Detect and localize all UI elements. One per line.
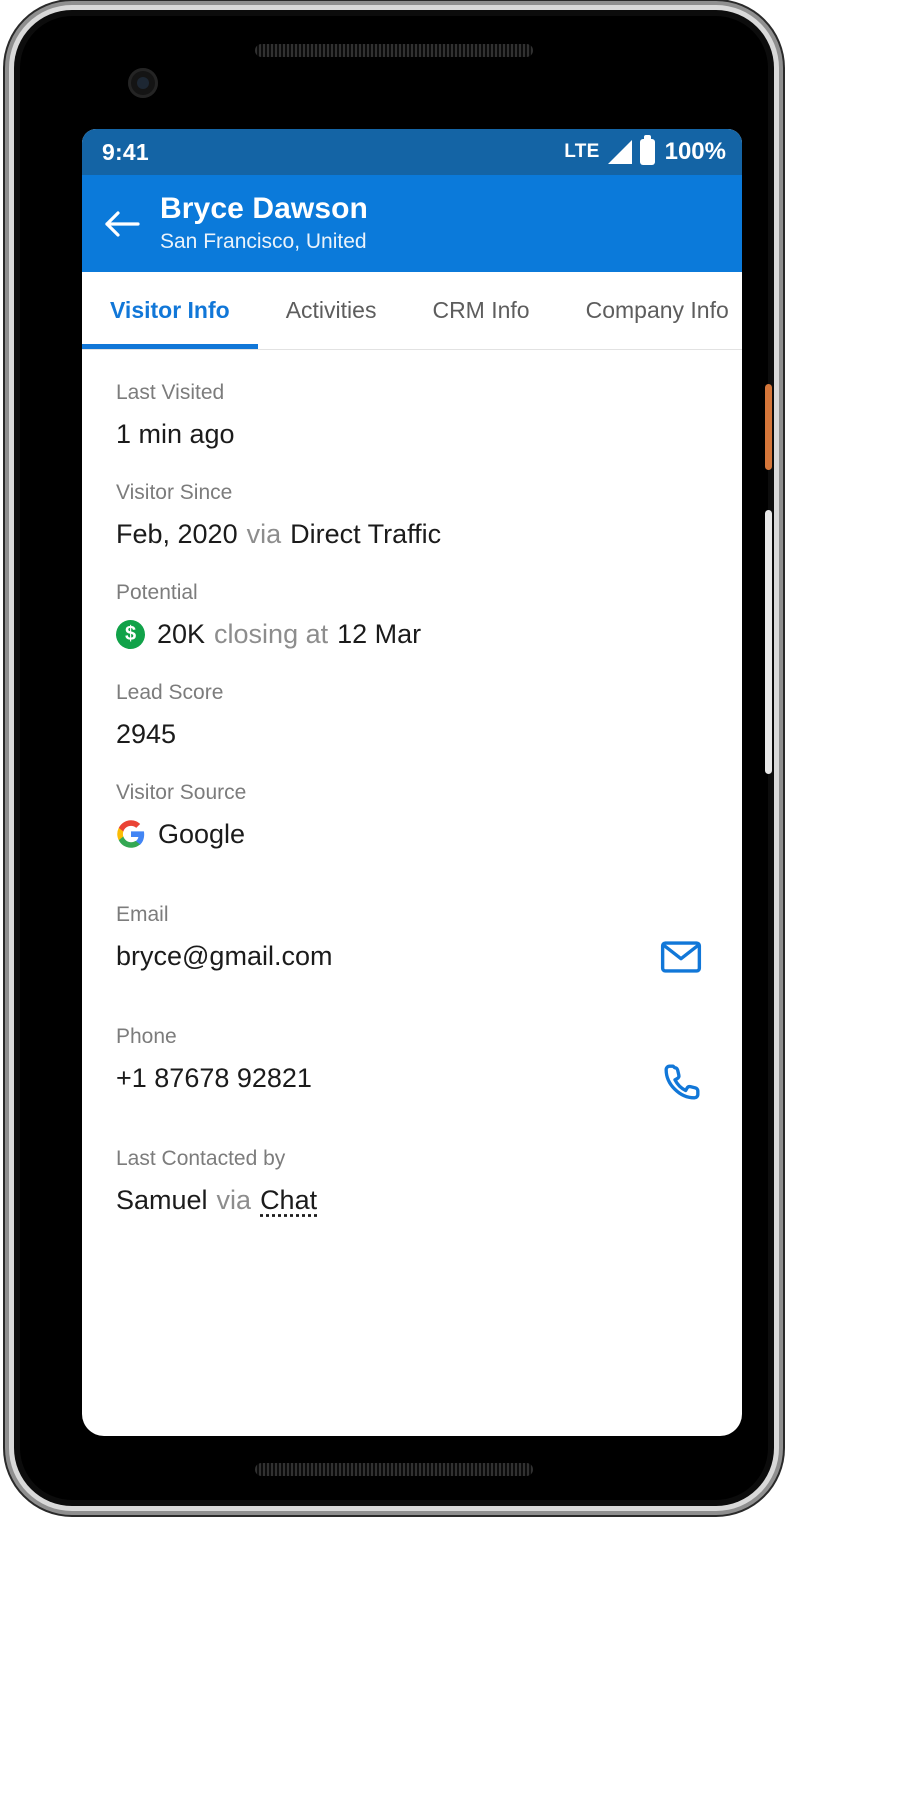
tab-label: Company Info	[585, 297, 729, 323]
tab-label: Visitor Info	[110, 297, 230, 323]
status-time: 9:41	[102, 138, 149, 165]
phone-icon[interactable]	[662, 1062, 702, 1107]
tab-visitor-info[interactable]: Visitor Info	[82, 272, 258, 349]
last-contacted-person: Samuel	[116, 1185, 208, 1215]
power-button-icon[interactable]	[765, 384, 772, 470]
field-value: +1 87678 92821	[116, 1063, 312, 1093]
visitor-since-connector: via	[246, 519, 282, 549]
field-label: Email	[116, 903, 169, 926]
field-value: 1 min ago	[116, 419, 235, 449]
visitor-since-date: Feb, 2020	[116, 519, 238, 549]
phone-bezel: 9:41 LTE 100% Bryce Dawson San Francisco…	[20, 16, 772, 1500]
field-visitor-since: Visitor Since Feb, 2020 via Direct Traff…	[116, 478, 708, 578]
field-last-visited: Last Visited 1 min ago	[116, 378, 708, 478]
front-camera-icon	[128, 68, 158, 98]
field-visitor-source: Visitor Source Google	[116, 778, 708, 878]
field-label: Phone	[116, 1025, 177, 1048]
field-value: bryce@gmail.com	[116, 941, 333, 971]
earpiece-speaker-icon	[255, 44, 533, 57]
page-subtitle: San Francisco, United	[160, 230, 367, 253]
field-last-contacted: Last Contacted by Samuel via Chat	[116, 1144, 708, 1244]
field-label: Potential	[116, 581, 198, 604]
field-lead-score: Lead Score 2945	[116, 678, 708, 778]
potential-connector: closing at	[214, 619, 329, 649]
signal-triangle-icon	[607, 139, 632, 164]
phone-device-frame: 9:41 LTE 100% Bryce Dawson San Francisco…	[14, 10, 774, 1506]
back-arrow-icon[interactable]	[100, 201, 146, 247]
bottom-speaker-icon	[255, 1463, 533, 1476]
tab-label: CRM Info	[432, 297, 530, 323]
app-bar: Bryce Dawson San Francisco, United	[82, 175, 742, 272]
tab-bar[interactable]: Visitor Info Activities CRM Info Company…	[82, 272, 742, 350]
potential-amount: 20K	[157, 619, 206, 649]
field-label: Visitor Since	[116, 481, 233, 504]
tab-company-info[interactable]: Company Info	[558, 272, 742, 349]
last-contacted-connector: via	[216, 1185, 252, 1215]
field-label: Lead Score	[116, 681, 224, 704]
field-value: Samuel via Chat	[116, 1182, 708, 1218]
field-label: Last Visited	[116, 381, 225, 404]
mail-icon[interactable]	[660, 940, 702, 979]
field-email: Email bryce@gmail.com	[116, 900, 708, 1000]
tab-crm-info[interactable]: CRM Info	[404, 272, 557, 349]
volume-rocker-icon[interactable]	[765, 510, 772, 774]
field-value: Google	[116, 816, 708, 852]
field-value: Feb, 2020 via Direct Traffic	[116, 516, 708, 552]
battery-percent-label: 100%	[664, 138, 726, 165]
dollar-badge-icon: $	[116, 619, 145, 649]
field-value: 2945	[116, 719, 177, 749]
tab-label: Activities	[285, 297, 377, 323]
network-type-label: LTE	[564, 141, 600, 162]
field-potential: Potential $ 20K closing at 12 Mar	[116, 578, 708, 678]
visitor-info-panel: Last Visited 1 min ago Visitor Since Feb…	[82, 350, 742, 1244]
status-bar: 9:41 LTE 100%	[82, 129, 742, 175]
battery-full-icon	[639, 135, 655, 165]
google-logo-icon	[116, 819, 146, 849]
status-icon-group: LTE 100%	[564, 135, 726, 166]
field-label: Last Contacted by	[116, 1147, 286, 1170]
last-contacted-channel[interactable]: Chat	[260, 1182, 317, 1218]
page-title: Bryce Dawson	[160, 192, 368, 225]
tab-activities[interactable]: Activities	[258, 272, 405, 349]
phone-screen: 9:41 LTE 100% Bryce Dawson San Francisco…	[82, 129, 742, 1436]
visitor-source-value: Google	[158, 819, 246, 849]
field-value: $ 20K closing at 12 Mar	[116, 616, 708, 652]
field-label: Visitor Source	[116, 781, 247, 804]
field-phone: Phone +1 87678 92821	[116, 1022, 708, 1122]
visitor-since-source: Direct Traffic	[290, 519, 442, 549]
potential-close-date: 12 Mar	[337, 619, 422, 649]
app-bar-text-block: Bryce Dawson San Francisco, United	[160, 191, 368, 256]
